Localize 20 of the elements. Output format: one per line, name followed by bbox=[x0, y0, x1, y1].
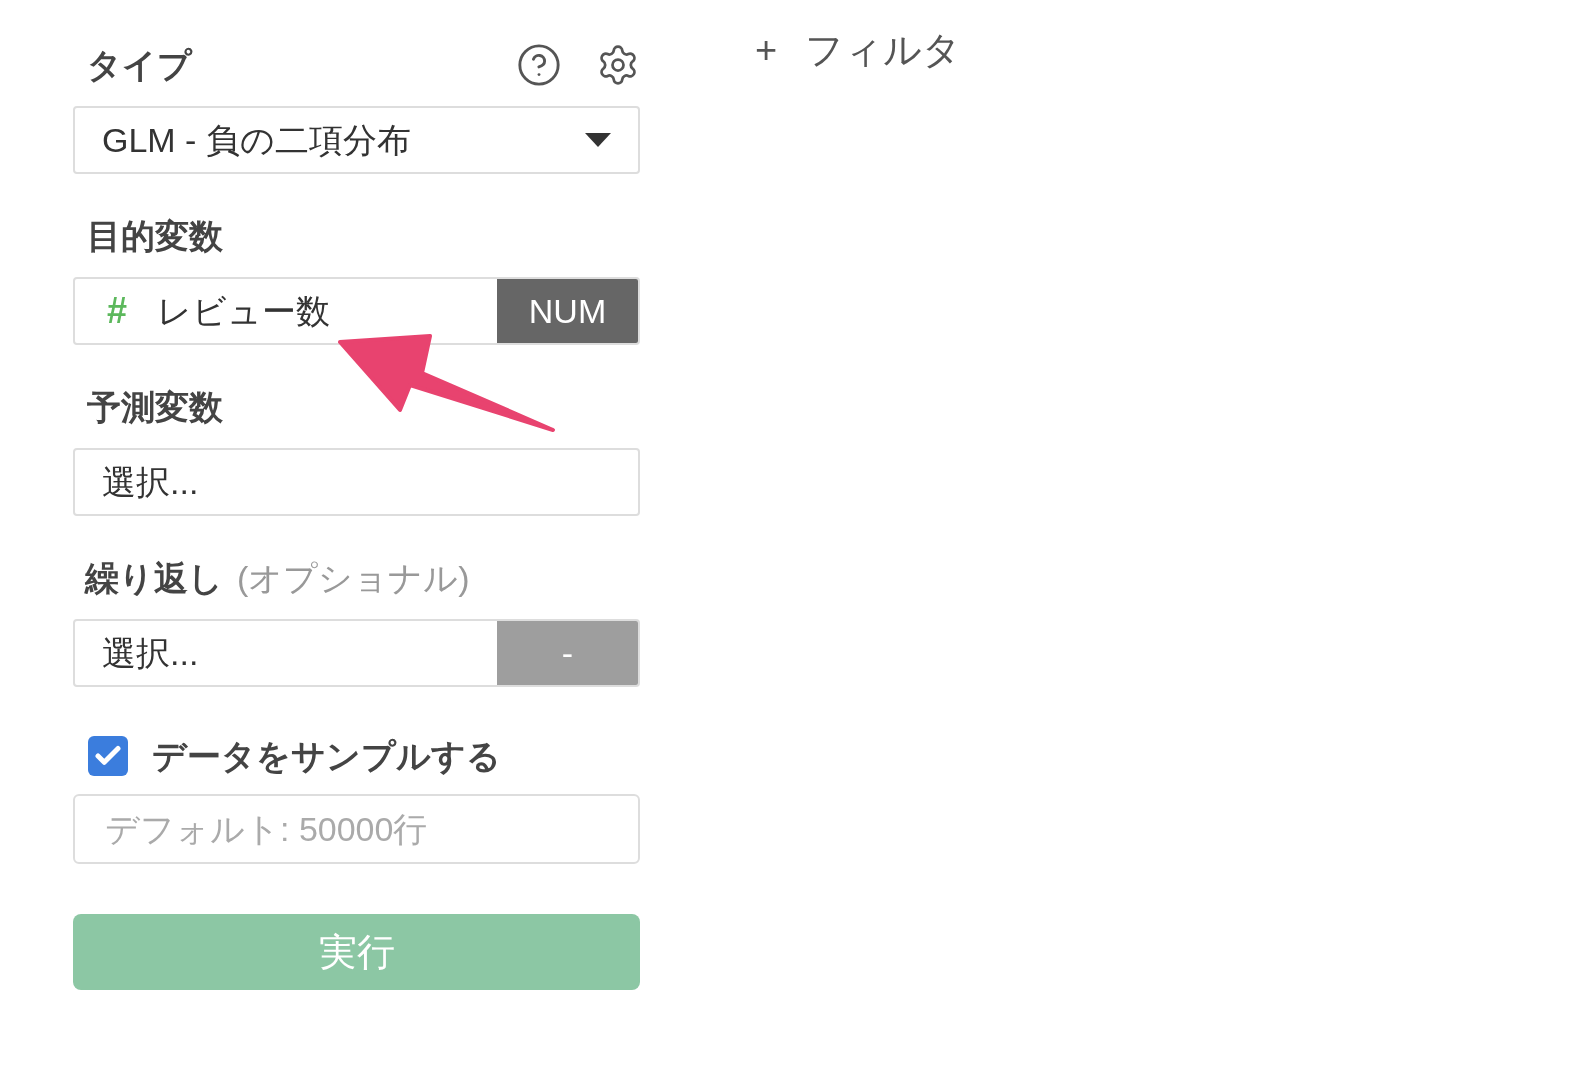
type-badge: - bbox=[497, 621, 638, 685]
number-type-icon: # bbox=[107, 284, 128, 338]
caret-icon bbox=[585, 133, 611, 147]
field-label: 予測変数 bbox=[87, 386, 223, 428]
checkbox-label: データをサンプルする bbox=[152, 735, 501, 777]
add-filter-button[interactable]: + フィルタ bbox=[755, 24, 962, 76]
optional-note: (オプショナル) bbox=[237, 557, 470, 599]
checkbox[interactable] bbox=[88, 736, 128, 776]
target-field[interactable]: # レビュー数 NUM bbox=[73, 277, 640, 345]
field-label: 目的変数 bbox=[87, 215, 223, 257]
predictor-select[interactable]: 選択... bbox=[73, 448, 640, 516]
field-label: 繰り返し bbox=[85, 557, 223, 599]
repeat-field[interactable]: 選択... - bbox=[73, 619, 640, 687]
field-label: タイプ bbox=[87, 44, 192, 86]
type-dropdown[interactable]: GLM - 負の二項分布 bbox=[73, 106, 640, 174]
help-icon[interactable] bbox=[516, 42, 562, 88]
repeat-select[interactable]: 選択... bbox=[75, 621, 497, 685]
type-badge: NUM bbox=[497, 279, 638, 343]
sample-size-field[interactable]: デフォルト: 50000行 bbox=[73, 794, 640, 864]
variable-name: レビュー数 bbox=[157, 290, 331, 332]
